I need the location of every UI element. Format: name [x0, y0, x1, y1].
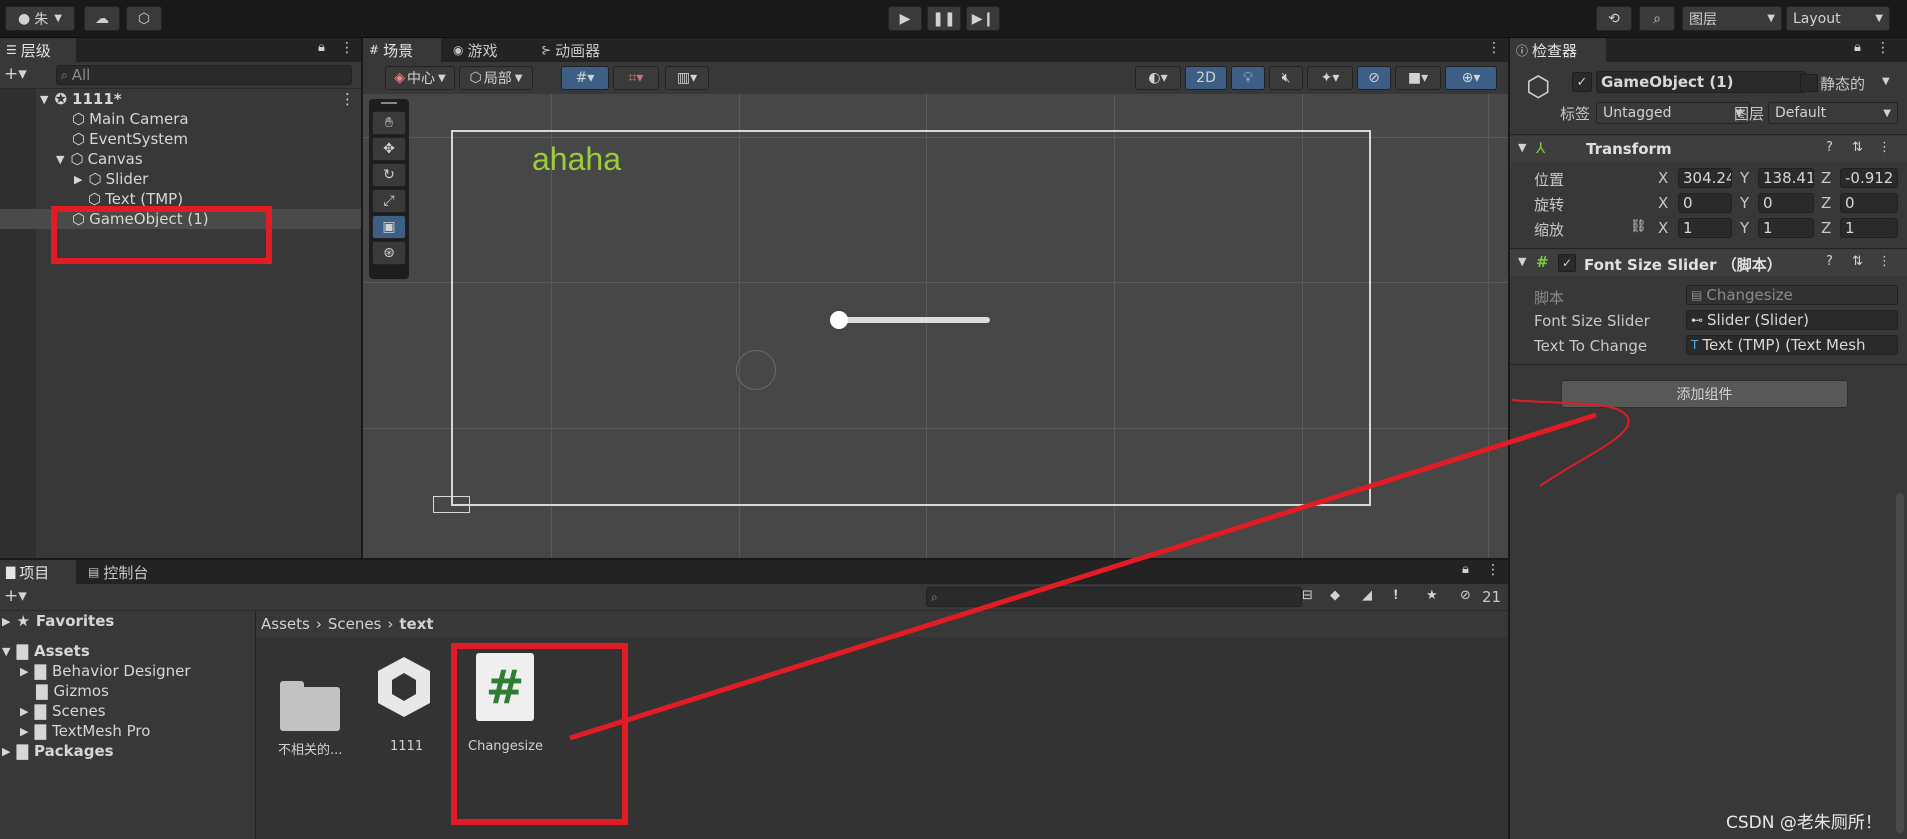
annotation-arrow: [569, 399, 1630, 741]
watermark: CSDN @老朱厕所！: [1726, 813, 1882, 833]
